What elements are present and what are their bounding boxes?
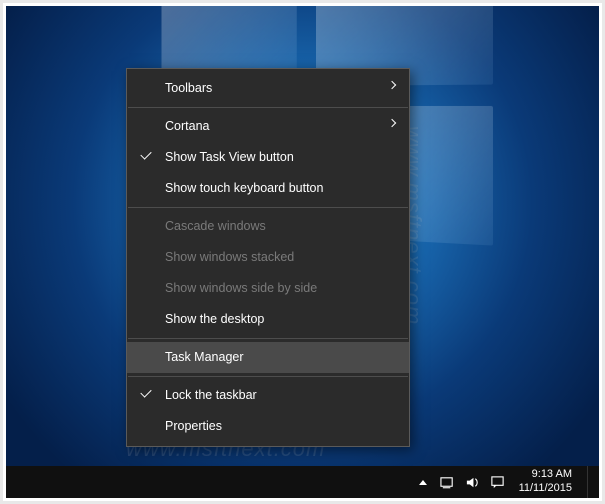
menu-separator bbox=[128, 207, 408, 208]
menu-item-cortana[interactable]: Cortana bbox=[127, 111, 409, 142]
network-icon[interactable] bbox=[440, 474, 456, 490]
desktop-wallpaper[interactable]: www.msftnext.com www.msftnext.com Toolba… bbox=[6, 6, 599, 498]
taskbar-context-menu: Toolbars Cortana Show Task View button S… bbox=[126, 68, 410, 447]
menu-item-cascade-windows: Cascade windows bbox=[127, 211, 409, 242]
menu-item-show-windows-stacked: Show windows stacked bbox=[127, 242, 409, 273]
menu-item-label: Cascade windows bbox=[165, 219, 266, 233]
tray-overflow-icon[interactable] bbox=[415, 474, 431, 490]
menu-item-label: Toolbars bbox=[165, 81, 212, 95]
screenshot-frame: www.msftnext.com www.msftnext.com Toolba… bbox=[0, 0, 605, 504]
menu-item-properties[interactable]: Properties bbox=[127, 411, 409, 442]
menu-item-label: Task Manager bbox=[165, 350, 244, 364]
menu-item-show-task-view[interactable]: Show Task View button bbox=[127, 142, 409, 173]
show-desktop-button[interactable] bbox=[587, 466, 593, 498]
menu-item-label: Cortana bbox=[165, 119, 209, 133]
chevron-right-icon bbox=[388, 81, 396, 89]
menu-item-toolbars[interactable]: Toolbars bbox=[127, 73, 409, 104]
taskbar-clock[interactable]: 9:13 AM 11/11/2015 bbox=[515, 468, 572, 496]
clock-time: 9:13 AM bbox=[519, 468, 572, 482]
menu-item-show-the-desktop[interactable]: Show the desktop bbox=[127, 304, 409, 335]
action-center-icon[interactable] bbox=[490, 474, 506, 490]
clock-date: 11/11/2015 bbox=[519, 482, 572, 496]
system-tray: 9:13 AM 11/11/2015 bbox=[415, 466, 593, 498]
menu-separator bbox=[128, 107, 408, 108]
taskbar[interactable]: 9:13 AM 11/11/2015 bbox=[6, 466, 599, 498]
menu-item-label: Show the desktop bbox=[165, 312, 264, 326]
menu-item-label: Show windows side by side bbox=[165, 281, 317, 295]
check-icon bbox=[140, 386, 151, 397]
volume-icon[interactable] bbox=[465, 474, 481, 490]
check-icon bbox=[140, 148, 151, 159]
menu-item-show-windows-side-by-side: Show windows side by side bbox=[127, 273, 409, 304]
menu-item-task-manager[interactable]: Task Manager bbox=[127, 342, 409, 373]
menu-item-lock-the-taskbar[interactable]: Lock the taskbar bbox=[127, 380, 409, 411]
menu-separator bbox=[128, 338, 408, 339]
menu-item-label: Show touch keyboard button bbox=[165, 181, 323, 195]
menu-item-show-touch-keyboard[interactable]: Show touch keyboard button bbox=[127, 173, 409, 204]
menu-item-label: Properties bbox=[165, 419, 222, 433]
menu-item-label: Show Task View button bbox=[165, 150, 294, 164]
menu-separator bbox=[128, 376, 408, 377]
chevron-right-icon bbox=[388, 119, 396, 127]
menu-item-label: Lock the taskbar bbox=[165, 388, 257, 402]
menu-item-label: Show windows stacked bbox=[165, 250, 294, 264]
